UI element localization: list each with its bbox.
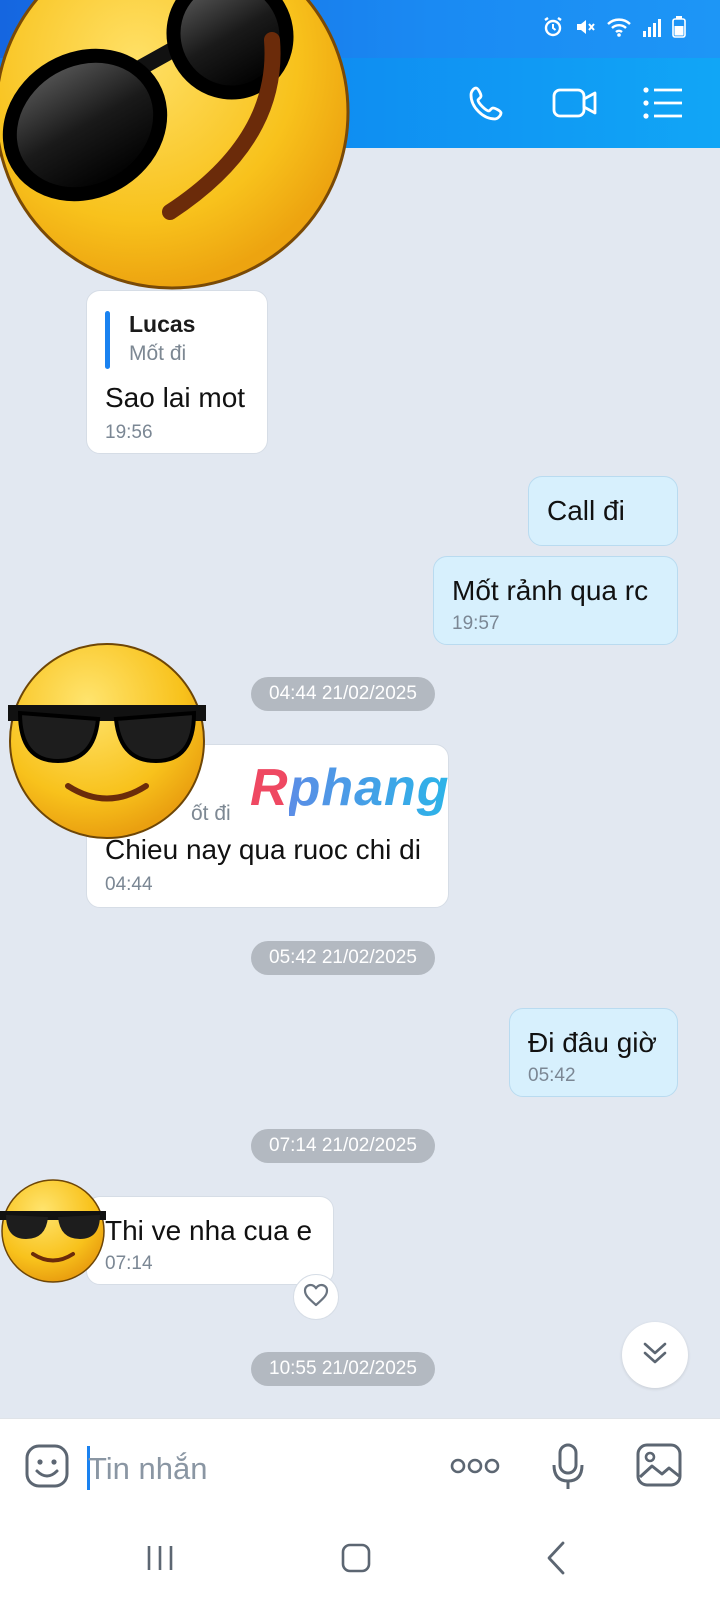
message-bubble-outgoing[interactable]: Call đi <box>528 476 678 546</box>
sunglasses-emoji-sticker <box>0 0 350 297</box>
watermark-letter: R <box>250 759 289 817</box>
message-bubble-incoming[interactable]: Thi ve nha cua e 07:14 <box>86 1196 334 1285</box>
signal-icon <box>642 16 662 43</box>
microphone-icon[interactable] <box>552 1443 584 1496</box>
message-time: 19:56 <box>105 422 153 443</box>
double-chevron-down-icon <box>640 1338 670 1373</box>
watermark-text: phang <box>288 759 450 817</box>
video-call-button[interactable] <box>550 80 600 130</box>
message-input[interactable] <box>88 1445 428 1493</box>
message-composer <box>0 1418 720 1518</box>
sticker-icon[interactable] <box>24 1443 70 1494</box>
system-navigation-bar <box>0 1518 720 1600</box>
more-options-icon[interactable] <box>450 1453 500 1484</box>
quoted-reply[interactable]: Lucas Mốt đi <box>105 309 249 369</box>
recents-button[interactable] <box>130 1538 190 1582</box>
message-bubble-outgoing[interactable]: Mốt rảnh qua rc 19:57 <box>433 556 678 645</box>
message-time: 04:44 <box>105 874 153 895</box>
menu-list-icon <box>642 85 684 126</box>
message-text: Sao lai mot <box>105 382 246 413</box>
message-text: Mốt rảnh qua rc <box>452 575 649 606</box>
recents-icon <box>145 1544 175 1577</box>
mute-icon <box>574 16 596 43</box>
message-text: Thi ve nha cua e <box>105 1215 313 1246</box>
home-button[interactable] <box>326 1538 386 1582</box>
message-text: Đi đâu giờ <box>528 1027 657 1058</box>
watermark-logo: Rphang <box>250 758 450 818</box>
message-text: Call đi <box>547 495 625 526</box>
video-call-icon <box>551 83 599 128</box>
phone-call-button[interactable] <box>462 80 512 130</box>
alarm-icon <box>542 16 564 43</box>
date-separator: 10:55 21/02/2025 <box>251 1352 435 1386</box>
react-heart-button[interactable] <box>293 1274 339 1320</box>
message-bubble-incoming[interactable]: Lucas Mốt đi Sao lai mot 19:56 <box>86 290 268 454</box>
message-time: 19:57 <box>452 613 500 634</box>
wifi-icon <box>606 16 632 43</box>
message-time: 05:42 <box>528 1065 576 1086</box>
status-icons <box>542 16 686 43</box>
battery-icon <box>672 16 686 43</box>
heart-icon <box>303 1283 329 1312</box>
home-icon <box>340 1542 372 1579</box>
sunglasses-emoji-sticker <box>6 641 208 846</box>
message-bubble-outgoing[interactable]: Đi đâu giờ 05:42 <box>509 1008 678 1097</box>
phone-call-icon <box>467 83 507 128</box>
date-separator: 04:44 21/02/2025 <box>251 677 435 711</box>
sunglasses-emoji-sticker <box>0 1177 106 1290</box>
back-button[interactable] <box>526 1538 586 1582</box>
image-gallery-icon[interactable] <box>636 1443 682 1492</box>
quoted-text: Mốt đi <box>129 342 187 365</box>
message-time: 07:14 <box>105 1253 153 1274</box>
quoted-sender-name: Lucas <box>129 311 196 337</box>
back-icon <box>546 1541 566 1580</box>
chat-options-button[interactable] <box>638 80 688 130</box>
scroll-to-bottom-button[interactable] <box>622 1322 688 1388</box>
date-separator: 05:42 21/02/2025 <box>251 941 435 975</box>
date-separator: 07:14 21/02/2025 <box>251 1129 435 1163</box>
